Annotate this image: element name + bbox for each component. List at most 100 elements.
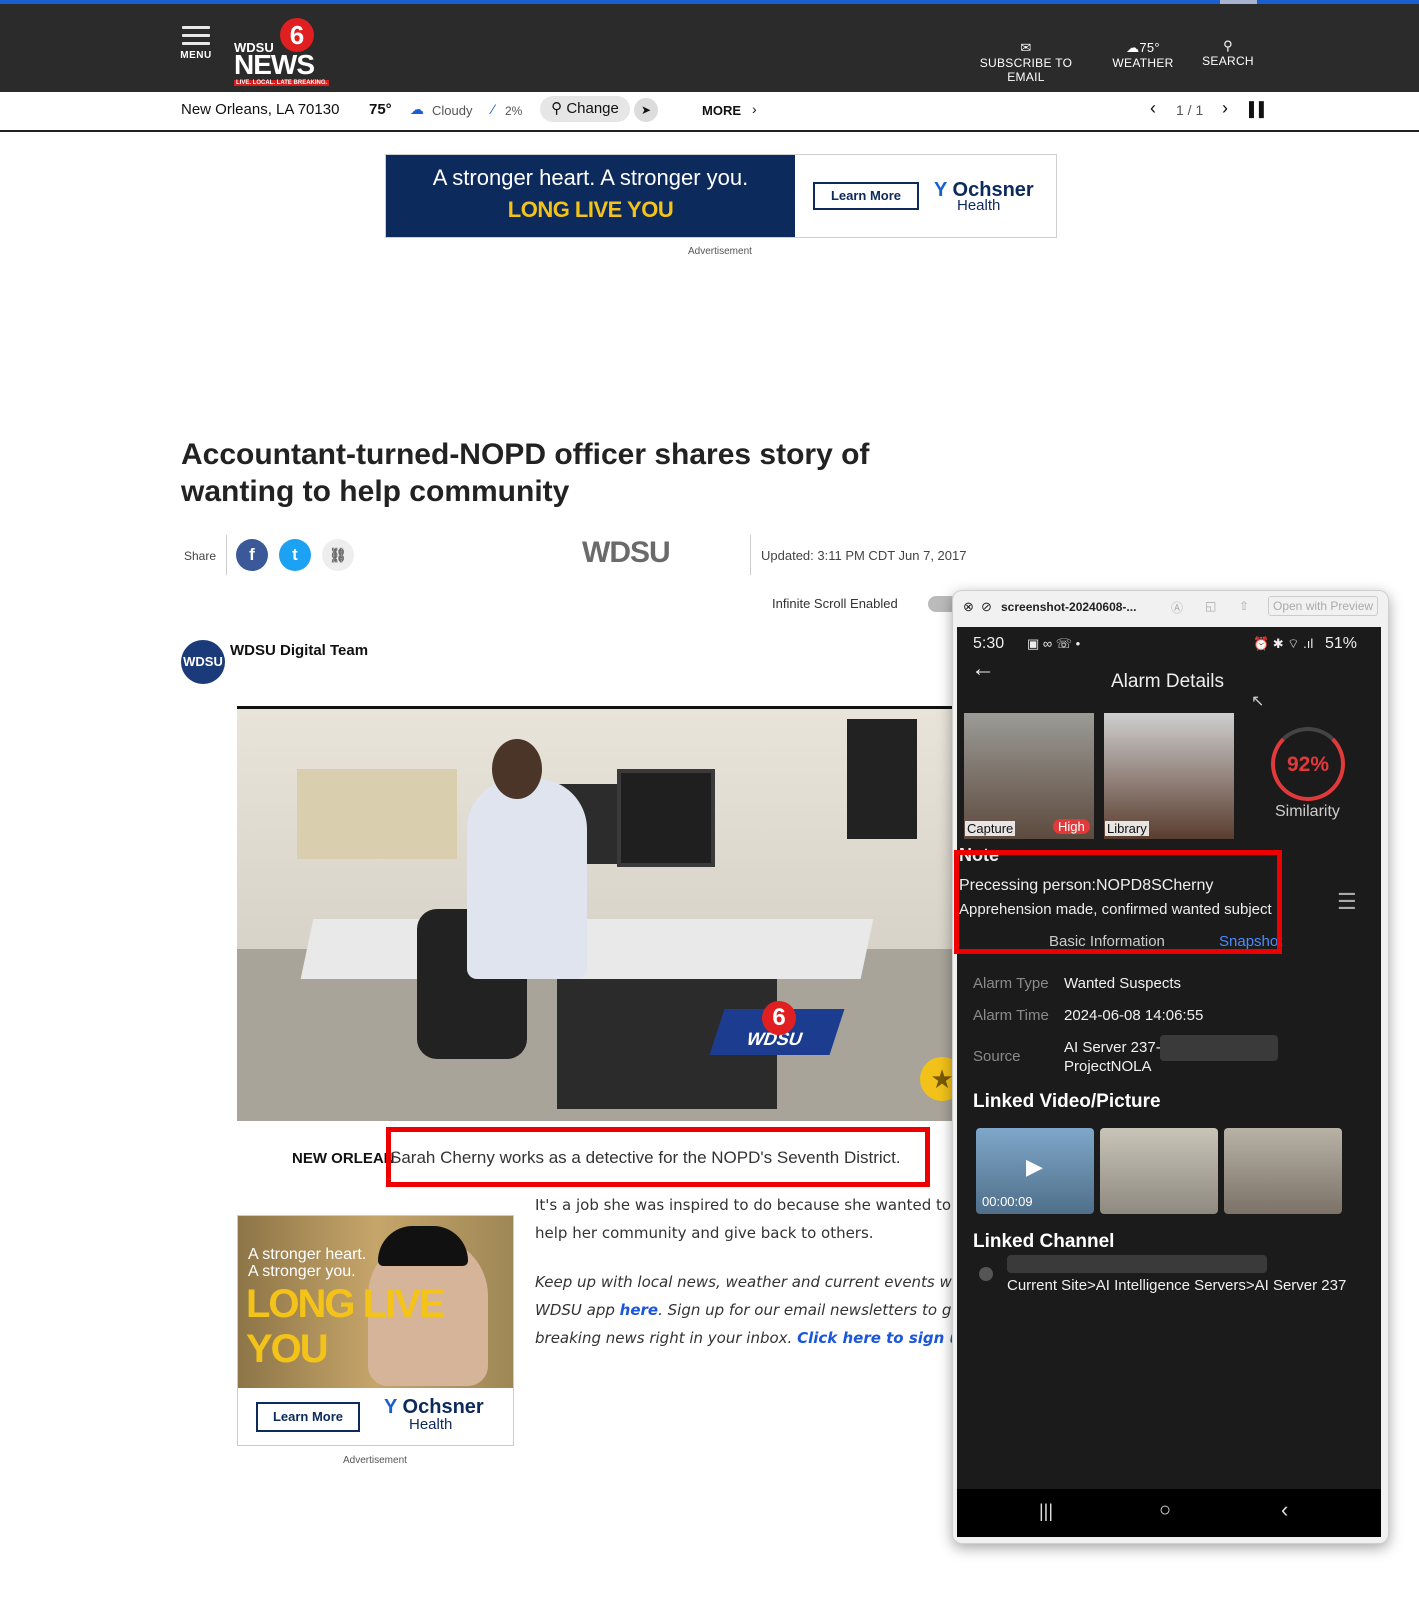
app-link[interactable]: here [620, 1301, 658, 1319]
change-label: Change [566, 100, 619, 117]
channel-status-icon [979, 1267, 993, 1281]
cloud-icon: ☁ [1126, 40, 1140, 55]
markup-icon[interactable]: Ⓐ [1171, 599, 1183, 616]
recent-apps-icon: ||| [1039, 1501, 1054, 1521]
alarm-type-key: Alarm Type [973, 975, 1049, 992]
ad-learn-more-button[interactable]: Learn More [813, 182, 919, 210]
dateline: NEW ORLEAN [292, 1150, 395, 1167]
weather-subbar: New Orleans, LA 70130 75° ☁ Cloudy ⁄ 2% … [0, 92, 1419, 132]
locate-arrow-icon[interactable]: ➤ [634, 98, 658, 122]
ochsner-health: Health [957, 197, 1001, 214]
facebook-share-icon[interactable]: f [236, 539, 268, 571]
alarm-details-title: Alarm Details [1111, 671, 1224, 692]
change-location-button[interactable]: ⚲ Change [540, 96, 630, 122]
channel-6-icon: 6 [280, 18, 314, 52]
share-icon[interactable]: ⇧ [1239, 599, 1249, 613]
source-key: Source [973, 1048, 1021, 1065]
highlight-box [954, 850, 1282, 954]
alarm-type-value: Wanted Suspects [1064, 975, 1182, 992]
cloud-icon: ☁ [410, 101, 424, 117]
cursor-icon: ↖ [1251, 693, 1265, 710]
viewer-filename: screenshot-20240608-... [1001, 600, 1137, 614]
more-link[interactable]: MORE [702, 103, 741, 118]
wdsu-news-logo[interactable]: WDSU 6 NEWS LIVE. LOCAL. LATE BREAKING. [234, 18, 344, 86]
photo-files [297, 769, 457, 859]
pager-next-icon[interactable]: › [1222, 98, 1228, 119]
article-title: Accountant-turned-NOPD officer shares st… [181, 438, 870, 508]
channel-6-icon: 6 [762, 1001, 796, 1035]
share-label: Share [184, 549, 217, 563]
author-name[interactable]: WDSU Digital Team [230, 642, 368, 659]
ochsner-mark-icon: Y [384, 1396, 397, 1418]
android-nav-bar: ||| ○ ‹ [957, 1489, 1381, 1537]
menu-lines-icon: ☰ [1337, 889, 1357, 914]
author-avatar: WDSU [181, 640, 225, 684]
menu-button[interactable]: MENU [180, 26, 212, 61]
condition-text: Cloudy [432, 103, 473, 118]
advertisement-label: Advertisement [688, 246, 752, 257]
pin-icon: ⚲ [551, 100, 563, 117]
highlight-box [386, 1127, 930, 1187]
ad-headline: A stronger heart. A stronger you. [432, 165, 749, 190]
newsletter-signup-link[interactable]: Click here to sign up! [797, 1329, 955, 1347]
rotate-icon[interactable]: ◱ [1205, 599, 1216, 613]
alarm-time-key: Alarm Time [973, 1007, 1049, 1024]
subscribe-label: SUBSCRIBE TO EMAIL [979, 56, 1073, 84]
picture-thumbnail [1100, 1128, 1218, 1214]
article-paragraph: It's a job she was inspired to do becaus… [535, 1196, 952, 1242]
menu-label: MENU [180, 50, 212, 61]
location-text: New Orleans, LA 70130 [181, 101, 340, 118]
similarity-label: Similarity [1275, 803, 1340, 820]
twitter-share-icon[interactable]: t [279, 539, 311, 571]
alarm-time-value: 2024-06-08 14:06:55 [1064, 1007, 1204, 1024]
ad-line1: A stronger heart. [248, 1246, 367, 1263]
subscribe-email-button[interactable]: ✉ SUBSCRIBE TO EMAIL [964, 40, 1088, 84]
photo-desk [300, 919, 874, 979]
weather-button[interactable]: ☁75° WEATHER [1110, 40, 1176, 70]
pager-prev-icon[interactable]: ‹ [1150, 98, 1156, 119]
divider [226, 535, 227, 575]
raindrop-icon: ⁄ [492, 101, 495, 117]
library-label: Library [1105, 821, 1149, 836]
pause-icon[interactable]: ▌▌ [1249, 101, 1269, 117]
redacted-block [1007, 1255, 1267, 1273]
para-text: WDSU app [535, 1301, 620, 1319]
article-paragraph-italic: Keep up with local news, weather and cur… [535, 1268, 955, 1352]
ad-banner-blue: A stronger heart. A stronger you. LONG L… [386, 155, 795, 237]
close-icon[interactable]: ⊗ [963, 599, 974, 615]
viewer-titlebar: ⊗ ⊘ screenshot-20240608-... Ⓐ ◱ ⇧ Open w… [953, 591, 1388, 621]
infinite-scroll-label: Infinite Scroll Enabled [772, 596, 898, 611]
wdsu-brand-mark: WDSU [582, 536, 671, 569]
photo-computer-tower [847, 719, 917, 839]
fullscreen-icon[interactable]: ⊘ [981, 599, 992, 615]
top-advertisement[interactable]: A stronger heart. A stronger you. LONG L… [385, 154, 1057, 238]
capture-label: Capture [965, 821, 1016, 836]
back-arrow-icon: ← [971, 655, 995, 682]
search-label: SEARCH [1202, 54, 1254, 68]
current-temp: 75° [369, 101, 392, 118]
chevron-right-icon: › [752, 101, 757, 117]
status-icons: ▣ ∞ ☏ • [1027, 636, 1081, 651]
header-weather-temp: 75° [1139, 40, 1160, 55]
para-line: WDSU app here. Sign up for our email new… [535, 1296, 955, 1324]
ad-learn-more-button[interactable]: Learn More [256, 1402, 360, 1432]
side-advertisement[interactable]: A stronger heart. A stronger you. LONG LI… [237, 1215, 514, 1446]
logo-news-text: NEWS [234, 49, 315, 80]
search-icon: ⚲ [1223, 38, 1233, 53]
redacted-block [1160, 1035, 1278, 1061]
para-line: breaking news right in your inbox. Click… [535, 1324, 955, 1352]
para-text: breaking news right in your inbox. [535, 1329, 798, 1347]
article-photo[interactable]: WDSU 6 ★ [237, 706, 952, 1121]
weather-temp: ☁75° [1110, 40, 1176, 56]
open-with-preview-button[interactable]: Open with Preview [1268, 596, 1379, 616]
search-button[interactable]: ⚲ SEARCH [1200, 38, 1256, 68]
linked-video-heading: Linked Video/Picture [973, 1091, 1161, 1112]
home-icon: ○ [1159, 1499, 1172, 1521]
similarity-value: 92% [1286, 753, 1330, 776]
copy-link-icon[interactable]: ⛓ [322, 539, 354, 571]
ochsner-brand: Ochsner [402, 1396, 484, 1418]
phone-screenshot: 5:30 ▣ ∞ ☏ • ⏰ ✱ ⌔ .ıl 51% ← Alarm Detai… [957, 627, 1381, 1537]
ochsner-mark-icon: Y [934, 179, 947, 201]
source-value-1: AI Server 237- [1064, 1039, 1161, 1056]
pager-text: 1 / 1 [1176, 102, 1204, 118]
